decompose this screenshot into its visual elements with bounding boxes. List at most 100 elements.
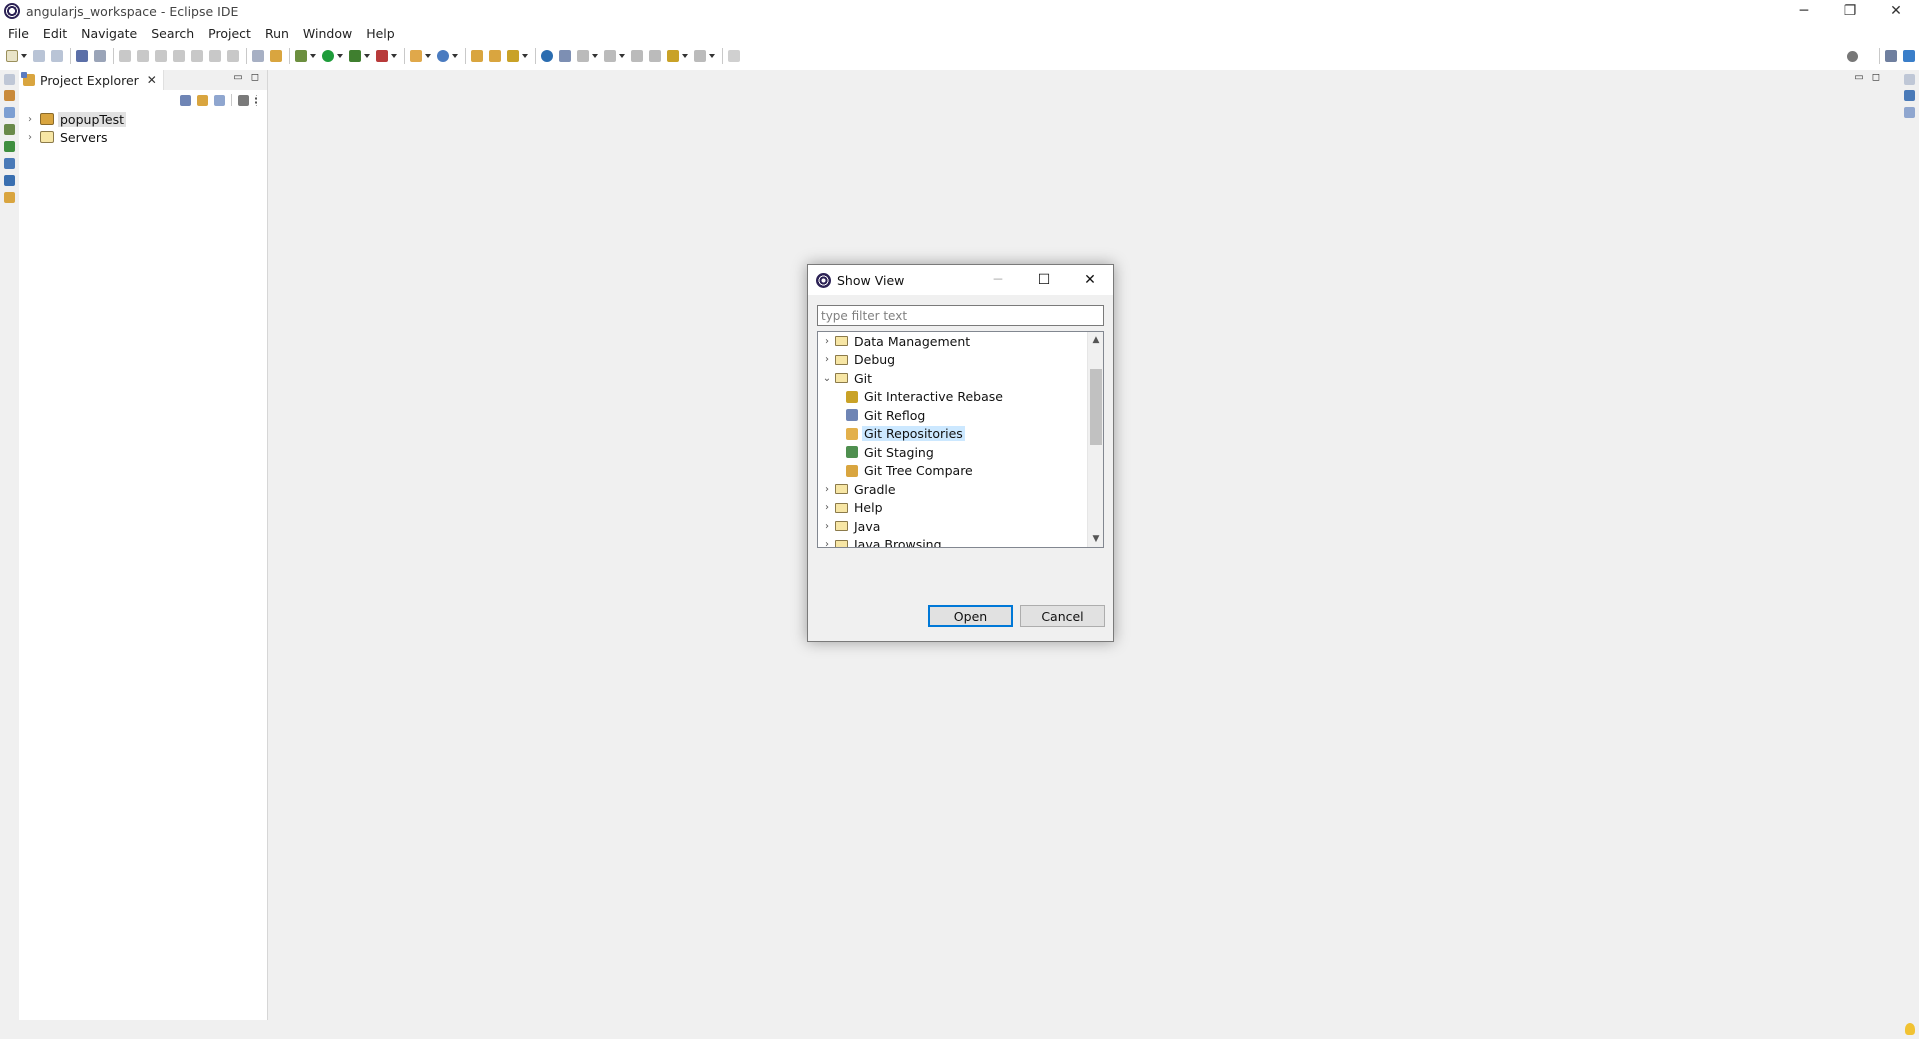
resume-icon[interactable] xyxy=(119,50,131,62)
lightbulb-icon[interactable] xyxy=(1905,1023,1915,1035)
debug-icon[interactable] xyxy=(295,50,307,62)
toggle-annotation-icon[interactable] xyxy=(559,50,571,62)
scrollbar-thumb[interactable] xyxy=(1090,369,1102,445)
tree-item-debug[interactable]: › Debug xyxy=(818,351,1103,370)
expand-icon[interactable]: › xyxy=(821,521,833,532)
menu-help[interactable]: Help xyxy=(358,26,401,41)
scroll-down-icon[interactable]: ▼ xyxy=(1088,531,1103,547)
java-ee-perspective-icon[interactable] xyxy=(1903,50,1915,62)
view-menu-icon[interactable] xyxy=(255,94,259,106)
tree-item-git-repositories[interactable]: Git Repositories xyxy=(818,425,1103,444)
package-explorer-icon[interactable] xyxy=(4,124,15,135)
menu-navigate[interactable]: Navigate xyxy=(73,26,143,41)
open-button[interactable]: Open xyxy=(928,605,1013,627)
step-return-icon[interactable] xyxy=(227,50,239,62)
pin-editor-icon[interactable] xyxy=(728,50,740,62)
expand-icon[interactable]: › xyxy=(821,336,833,347)
collapse-all-icon[interactable] xyxy=(180,94,191,106)
open-web-browser-icon[interactable] xyxy=(541,50,553,62)
filter-icon[interactable] xyxy=(214,94,225,106)
filter-input[interactable] xyxy=(817,305,1104,326)
tree-item-gradle[interactable]: › Gradle xyxy=(818,480,1103,499)
collapse-icon[interactable]: ⌄ xyxy=(821,373,833,384)
terminal-icon[interactable] xyxy=(76,50,88,62)
tasks-trim-icon[interactable] xyxy=(4,192,15,203)
new-icon[interactable] xyxy=(6,50,18,62)
menu-project[interactable]: Project xyxy=(200,26,257,41)
next-annotation-icon[interactable] xyxy=(577,50,589,62)
tree-item-git-staging[interactable]: Git Staging xyxy=(818,443,1103,462)
restore-right-icon[interactable] xyxy=(1904,74,1915,85)
menu-edit[interactable]: Edit xyxy=(35,26,73,41)
outline-icon[interactable] xyxy=(4,90,15,101)
save-icon[interactable] xyxy=(33,50,45,62)
next-annotation-dropdown-icon[interactable] xyxy=(592,54,598,58)
drop-to-frame-icon[interactable] xyxy=(252,50,264,62)
tree-item-git[interactable]: ⌄ Git xyxy=(818,369,1103,388)
scroll-up-icon[interactable]: ▲ xyxy=(1088,332,1103,348)
save-all-icon[interactable] xyxy=(51,50,63,62)
external-tools-icon[interactable] xyxy=(376,50,388,62)
forward-dropdown-icon[interactable] xyxy=(709,54,715,58)
coverage-icon[interactable] xyxy=(349,50,361,62)
new-class-dropdown-icon[interactable] xyxy=(452,54,458,58)
minimize-editor-icon[interactable]: ▭ xyxy=(1854,72,1863,83)
new-package-dropdown-icon[interactable] xyxy=(425,54,431,58)
step-into-icon[interactable] xyxy=(191,50,203,62)
tree-item-help[interactable]: › Help xyxy=(818,499,1103,518)
tree-item-java[interactable]: › Java xyxy=(818,517,1103,536)
last-edit-location-icon[interactable] xyxy=(631,50,643,62)
expand-icon[interactable]: › xyxy=(24,114,36,125)
cancel-button[interactable]: Cancel xyxy=(1020,605,1105,627)
open-perspective-icon[interactable] xyxy=(1885,50,1897,62)
tree-item-git-reflog[interactable]: Git Reflog xyxy=(818,406,1103,425)
servers-trim-icon[interactable] xyxy=(4,158,15,169)
terminate-icon[interactable] xyxy=(155,50,167,62)
tree-item-data-management[interactable]: › Data Management xyxy=(818,332,1103,351)
minimize-window-button[interactable]: ─ xyxy=(1781,0,1827,22)
minimize-view-icon[interactable]: ▭ xyxy=(233,72,242,83)
tree-item-java-browsing[interactable]: › Java Browsing xyxy=(818,536,1103,547)
restore-window-button[interactable]: ❐ xyxy=(1827,0,1873,22)
search-icon[interactable] xyxy=(1847,50,1858,62)
link-with-editor-icon[interactable] xyxy=(197,94,208,106)
expand-icon[interactable]: › xyxy=(24,132,36,143)
close-dialog-button[interactable]: ✕ xyxy=(1067,265,1113,295)
new-java-class-icon[interactable] xyxy=(437,50,449,62)
tree-item-git-interactive-rebase[interactable]: Git Interactive Rebase xyxy=(818,388,1103,407)
external-tools-dropdown-icon[interactable] xyxy=(391,54,397,58)
task-list-icon[interactable] xyxy=(1904,107,1915,118)
menu-run[interactable]: Run xyxy=(257,26,295,41)
run-icon[interactable] xyxy=(322,50,334,62)
skip-breakpoints-icon[interactable] xyxy=(94,50,106,62)
suspend-icon[interactable] xyxy=(137,50,149,62)
use-step-filters-icon[interactable] xyxy=(270,50,282,62)
maximize-view-icon[interactable]: ◻ xyxy=(251,72,259,83)
menu-window[interactable]: Window xyxy=(295,26,358,41)
previous-annotation-icon[interactable] xyxy=(604,50,616,62)
vertical-scrollbar[interactable]: ▲ ▼ xyxy=(1087,332,1103,547)
menu-file[interactable]: File xyxy=(0,26,35,41)
debug-dropdown-icon[interactable] xyxy=(310,54,316,58)
tree-item-git-tree-compare[interactable]: Git Tree Compare xyxy=(818,462,1103,481)
search-tool-icon[interactable] xyxy=(507,50,519,62)
new-dropdown-icon[interactable] xyxy=(21,54,27,58)
expand-icon[interactable]: › xyxy=(821,484,833,495)
disconnect-icon[interactable] xyxy=(173,50,185,62)
open-task-icon[interactable] xyxy=(489,50,501,62)
forward-icon[interactable] xyxy=(694,50,706,62)
outline-right-icon[interactable] xyxy=(1904,90,1915,101)
expand-icon[interactable]: › xyxy=(821,539,833,547)
maximize-editor-icon[interactable]: ◻ xyxy=(1872,72,1880,83)
back-history-icon[interactable] xyxy=(667,50,679,62)
back-dropdown-icon[interactable] xyxy=(682,54,688,58)
maximize-dialog-button[interactable]: ☐ xyxy=(1021,265,1067,295)
tab-project-explorer[interactable]: Project Explorer ✕ xyxy=(19,70,164,90)
coverage-dropdown-icon[interactable] xyxy=(364,54,370,58)
expand-icon[interactable]: › xyxy=(821,354,833,365)
navigator-icon[interactable] xyxy=(4,141,15,152)
type-hierarchy-icon[interactable] xyxy=(4,107,15,118)
previous-annotation-dropdown-icon[interactable] xyxy=(619,54,625,58)
tree-item-popuptest[interactable]: › popupTest xyxy=(19,110,267,128)
close-icon[interactable]: ✕ xyxy=(147,73,157,87)
